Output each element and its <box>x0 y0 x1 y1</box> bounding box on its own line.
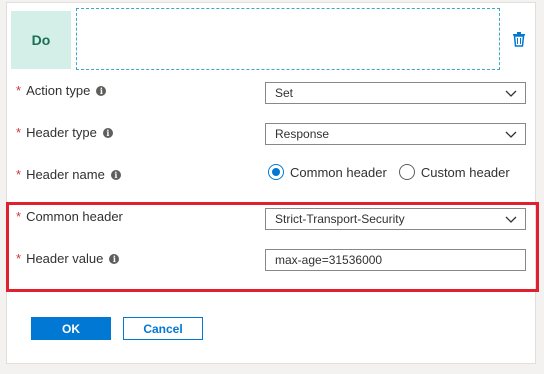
action-type-label-text: Action type <box>26 83 91 98</box>
header-type-label: * Header type i <box>16 125 113 140</box>
action-type-value: Set <box>275 86 294 100</box>
common-header-label: * Common header <box>16 209 123 224</box>
radio-circle <box>268 164 284 180</box>
info-icon[interactable]: i <box>96 85 107 96</box>
action-drop-zone[interactable] <box>76 8 500 70</box>
radio-custom-header-label: Custom header <box>420 164 510 180</box>
do-tile: Do <box>11 11 71 69</box>
header-name-label: * Header name i <box>16 167 121 182</box>
header-name-label-text: Header name <box>26 167 105 182</box>
header-value-text: max-age=31536000 <box>275 253 383 267</box>
header-name-radio-group: Common header Custom header <box>268 164 522 180</box>
cancel-button[interactable]: Cancel <box>123 317 203 340</box>
required-marker: * <box>16 251 22 266</box>
header-type-label-text: Header type <box>26 125 97 140</box>
common-header-select[interactable]: Strict-Transport-Security <box>265 208 526 230</box>
chevron-down-icon <box>505 216 517 223</box>
trash-icon[interactable] <box>511 31 527 47</box>
radio-common-header-label: Common header <box>290 164 387 180</box>
radio-custom-header[interactable]: Custom header <box>398 164 510 180</box>
radio-common-header[interactable]: Common header <box>268 164 387 180</box>
header-value-label: * Header value i <box>16 251 120 266</box>
required-marker: * <box>16 125 22 140</box>
info-icon[interactable]: i <box>110 169 121 180</box>
common-header-label-text: Common header <box>26 209 123 224</box>
required-marker: * <box>16 83 22 98</box>
header-type-select[interactable]: Response <box>265 123 526 145</box>
radio-circle <box>398 164 415 180</box>
header-type-value: Response <box>275 127 330 141</box>
info-icon[interactable]: i <box>109 253 120 264</box>
chevron-down-icon <box>505 90 517 97</box>
action-type-label: * Action type i <box>16 83 107 98</box>
common-header-value: Strict-Transport-Security <box>275 212 405 226</box>
chevron-down-icon <box>505 131 517 138</box>
ok-button[interactable]: OK <box>31 317 111 340</box>
action-type-select[interactable]: Set <box>265 82 526 104</box>
info-icon[interactable]: i <box>102 127 113 138</box>
required-marker: * <box>16 167 22 182</box>
required-marker: * <box>16 209 22 224</box>
header-value-input[interactable]: max-age=31536000 <box>265 249 526 271</box>
header-value-label-text: Header value <box>26 251 104 266</box>
